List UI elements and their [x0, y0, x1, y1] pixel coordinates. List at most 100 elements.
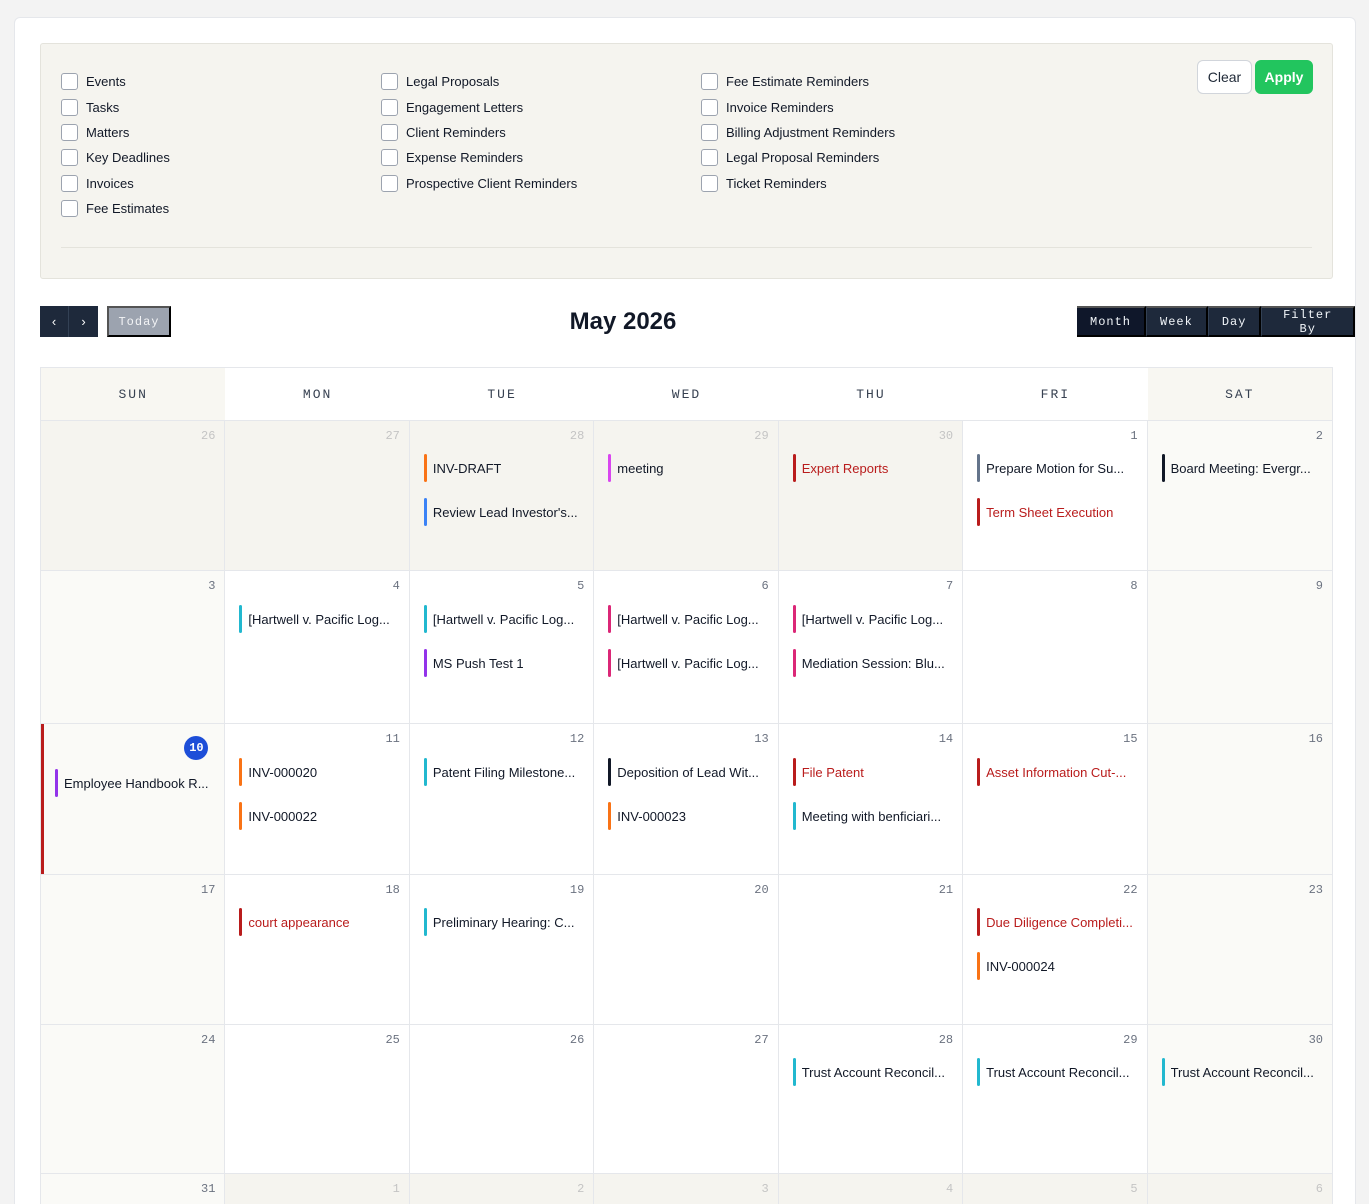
day-cell[interactable]: 26 [409, 1025, 595, 1173]
day-cell[interactable]: 4 [Hartwell v. Pacific Log... [225, 571, 410, 723]
view-day-button[interactable]: Day [1207, 306, 1262, 337]
calendar-event[interactable]: INV-000024 [977, 952, 1136, 980]
calendar-event[interactable]: [Hartwell v. Pacific Log... [239, 605, 398, 633]
checkbox[interactable] [701, 174, 718, 192]
checkbox[interactable] [61, 149, 78, 167]
calendar-event[interactable]: INV-000022 [239, 802, 398, 830]
checkbox[interactable] [381, 98, 398, 116]
day-cell[interactable]: 18 court appearance [225, 875, 410, 1024]
calendar-event[interactable]: Due Diligence Completi... [977, 908, 1136, 936]
checkbox[interactable] [701, 73, 718, 91]
calendar-event[interactable]: File Patent [792, 758, 952, 786]
calendar-event[interactable]: Deposition of Lead Wit... [608, 758, 767, 786]
filter-key-deadlines[interactable]: Key Deadlines [61, 145, 170, 170]
day-cell[interactable]: 4 [778, 1174, 964, 1204]
checkbox[interactable] [381, 123, 398, 141]
filter-client-reminders[interactable]: Client Reminders [381, 120, 577, 145]
calendar-event[interactable]: Trust Account Reconcil... [792, 1058, 952, 1086]
day-cell[interactable]: 16 [1147, 724, 1332, 874]
filter-events[interactable]: Events [61, 69, 170, 94]
view-filter-by-button[interactable]: Filter By [1261, 306, 1355, 337]
filter-invoice-reminders[interactable]: Invoice Reminders [701, 94, 895, 119]
day-cell[interactable]: 8 [963, 571, 1148, 723]
filter-engagement-letters[interactable]: Engagement Letters [381, 94, 577, 119]
day-cell[interactable]: 31 [41, 1174, 226, 1204]
calendar-event[interactable]: Review Lead Investor's... [423, 498, 583, 526]
calendar-event[interactable]: Expert Reports [792, 454, 952, 482]
day-cell[interactable]: 28 INV-DRAFT Review Lead Investor's... [409, 421, 595, 570]
checkbox[interactable] [61, 200, 78, 218]
day-cell[interactable]: 2 [409, 1174, 595, 1204]
calendar-event[interactable]: Patent Filing Milestone... [423, 758, 583, 786]
filter-billing-adjustment-reminders[interactable]: Billing Adjustment Reminders [701, 120, 895, 145]
checkbox[interactable] [701, 123, 718, 141]
day-cell[interactable]: 17 [41, 875, 226, 1024]
calendar-event[interactable]: [Hartwell v. Pacific Log... [792, 605, 952, 633]
day-cell[interactable]: 7 [Hartwell v. Pacific Log... Mediation Se… [778, 571, 964, 723]
calendar-event[interactable]: INV-000023 [608, 802, 767, 830]
calendar-event[interactable]: Asset Information Cut-... [977, 758, 1136, 786]
day-cell[interactable]: 26 [41, 421, 226, 570]
day-cell[interactable]: 22 Due Diligence Completi... INV-000024 [963, 875, 1148, 1024]
day-cell[interactable]: 9 [1147, 571, 1332, 723]
filter-invoices[interactable]: Invoices [61, 171, 170, 196]
day-cell[interactable]: 30 Expert Reports [778, 421, 964, 570]
filter-fee-estimate-reminders[interactable]: Fee Estimate Reminders [701, 69, 895, 94]
day-cell[interactable]: 12 Patent Filing Milestone... [409, 724, 595, 874]
calendar-event[interactable]: Employee Handbook R... [55, 769, 214, 797]
day-cell-today[interactable]: 10 Employee Handbook R... [41, 724, 226, 874]
calendar-event[interactable]: Trust Account Reconcil... [977, 1058, 1136, 1086]
calendar-event[interactable]: [Hartwell v. Pacific Log... [608, 649, 767, 677]
checkbox[interactable] [381, 73, 398, 91]
day-cell[interactable]: 3 [594, 1174, 779, 1204]
day-cell[interactable]: 5 [Hartwell v. Pacific Log... MS Push Test… [409, 571, 595, 723]
calendar-event[interactable]: Mediation Session: Blu... [792, 649, 952, 677]
checkbox[interactable] [701, 98, 718, 116]
day-cell[interactable]: 13 Deposition of Lead Wit... INV-000023 [594, 724, 779, 874]
calendar-event[interactable]: meeting [608, 454, 767, 482]
view-week-button[interactable]: Week [1146, 306, 1208, 337]
filter-legal-proposal-reminders[interactable]: Legal Proposal Reminders [701, 145, 895, 170]
filter-fee-estimates[interactable]: Fee Estimates [61, 196, 170, 221]
calendar-event[interactable]: MS Push Test 1 [423, 649, 583, 677]
day-cell[interactable]: 2 Board Meeting: Evergr... [1147, 421, 1332, 570]
day-cell[interactable]: 1 Prepare Motion for Su... Term Sheet Exec… [963, 421, 1148, 570]
calendar-event[interactable]: court appearance [239, 908, 398, 936]
filter-tasks[interactable]: Tasks [61, 94, 170, 119]
calendar-event[interactable]: Prepare Motion for Su... [977, 454, 1136, 482]
day-cell[interactable]: 28 Trust Account Reconcil... [778, 1025, 964, 1173]
calendar-event[interactable]: Meeting with benficiari... [792, 802, 952, 830]
day-cell[interactable]: 30 Trust Account Reconcil... [1147, 1025, 1332, 1173]
apply-button[interactable]: Apply [1255, 60, 1313, 94]
day-cell[interactable]: 5 [963, 1174, 1148, 1204]
clear-button[interactable]: Clear [1197, 60, 1252, 94]
checkbox[interactable] [61, 98, 78, 116]
calendar-event[interactable]: [Hartwell v. Pacific Log... [423, 605, 583, 633]
day-cell[interactable]: 21 [778, 875, 964, 1024]
filter-legal-proposals[interactable]: Legal Proposals [381, 69, 577, 94]
checkbox[interactable] [381, 149, 398, 167]
filter-expense-reminders[interactable]: Expense Reminders [381, 145, 577, 170]
calendar-event[interactable]: Board Meeting: Evergr... [1161, 454, 1322, 482]
day-cell[interactable]: 11 INV-000020 INV-000022 [225, 724, 410, 874]
calendar-event[interactable]: INV-000020 [239, 758, 398, 786]
day-cell[interactable]: 27 [594, 1025, 779, 1173]
day-cell[interactable]: 24 [41, 1025, 226, 1173]
day-cell[interactable]: 15 Asset Information Cut-... [963, 724, 1148, 874]
day-cell[interactable]: 29 Trust Account Reconcil... [963, 1025, 1148, 1173]
day-cell[interactable]: 1 [225, 1174, 410, 1204]
checkbox[interactable] [61, 174, 78, 192]
day-cell[interactable]: 29 meeting [594, 421, 779, 570]
calendar-event[interactable]: Preliminary Hearing: C... [423, 908, 583, 936]
day-cell[interactable]: 23 [1147, 875, 1332, 1024]
day-cell[interactable]: 14 File Patent Meeting with benficiari... [778, 724, 964, 874]
calendar-event[interactable]: INV-DRAFT [423, 454, 583, 482]
day-cell[interactable]: 19 Preliminary Hearing: C... [409, 875, 595, 1024]
checkbox[interactable] [61, 123, 78, 141]
day-cell[interactable]: 20 [594, 875, 779, 1024]
calendar-event[interactable]: Term Sheet Execution [977, 498, 1136, 526]
day-cell[interactable]: 27 [225, 421, 410, 570]
calendar-event[interactable]: Trust Account Reconcil... [1161, 1058, 1322, 1086]
day-cell[interactable]: 3 [41, 571, 226, 723]
checkbox[interactable] [61, 73, 78, 91]
